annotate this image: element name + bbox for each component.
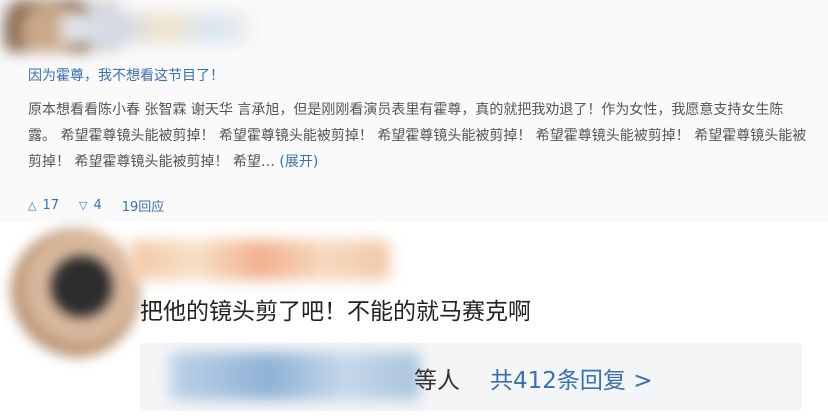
vote-row: △ 17 ▽ 4 19回应 — [28, 195, 164, 215]
reply-etc-label: 等人 — [414, 368, 460, 394]
triangle-up-icon: △ — [28, 198, 37, 212]
upvote-count: 17 — [42, 197, 60, 213]
downvote-button[interactable]: ▽ 4 — [79, 198, 102, 213]
answer-body: 原本想看看陈小春 张智霖 谢天华 言承旭，但是刚刚看演员表里有霍尊，真的就把我劝… — [28, 97, 808, 175]
downvote-count: 4 — [93, 197, 102, 213]
answer-title[interactable]: 因为霍尊，我不想看这节目了！ — [28, 65, 224, 85]
comment-text: 把他的镜头剪了吧！不能的就马赛克啊 — [140, 299, 531, 325]
commenter-avatar[interactable] — [10, 228, 140, 358]
commenter-name-blurred[interactable] — [130, 240, 390, 280]
answer-body-text: 原本想看看陈小春 张智霖 谢天华 言承旭，但是刚刚看演员表里有霍尊，真的就把我劝… — [28, 102, 807, 170]
reply-names-blurred — [170, 352, 420, 400]
upvote-button[interactable]: △ 17 — [28, 198, 59, 213]
username-blurred[interactable] — [60, 12, 250, 44]
replies-link[interactable]: 19回应 — [122, 196, 165, 215]
expand-link[interactable]: (展开) — [279, 154, 318, 170]
view-replies-link[interactable]: 共412条回复 > — [490, 361, 652, 395]
triangle-down-icon: ▽ — [79, 198, 88, 212]
